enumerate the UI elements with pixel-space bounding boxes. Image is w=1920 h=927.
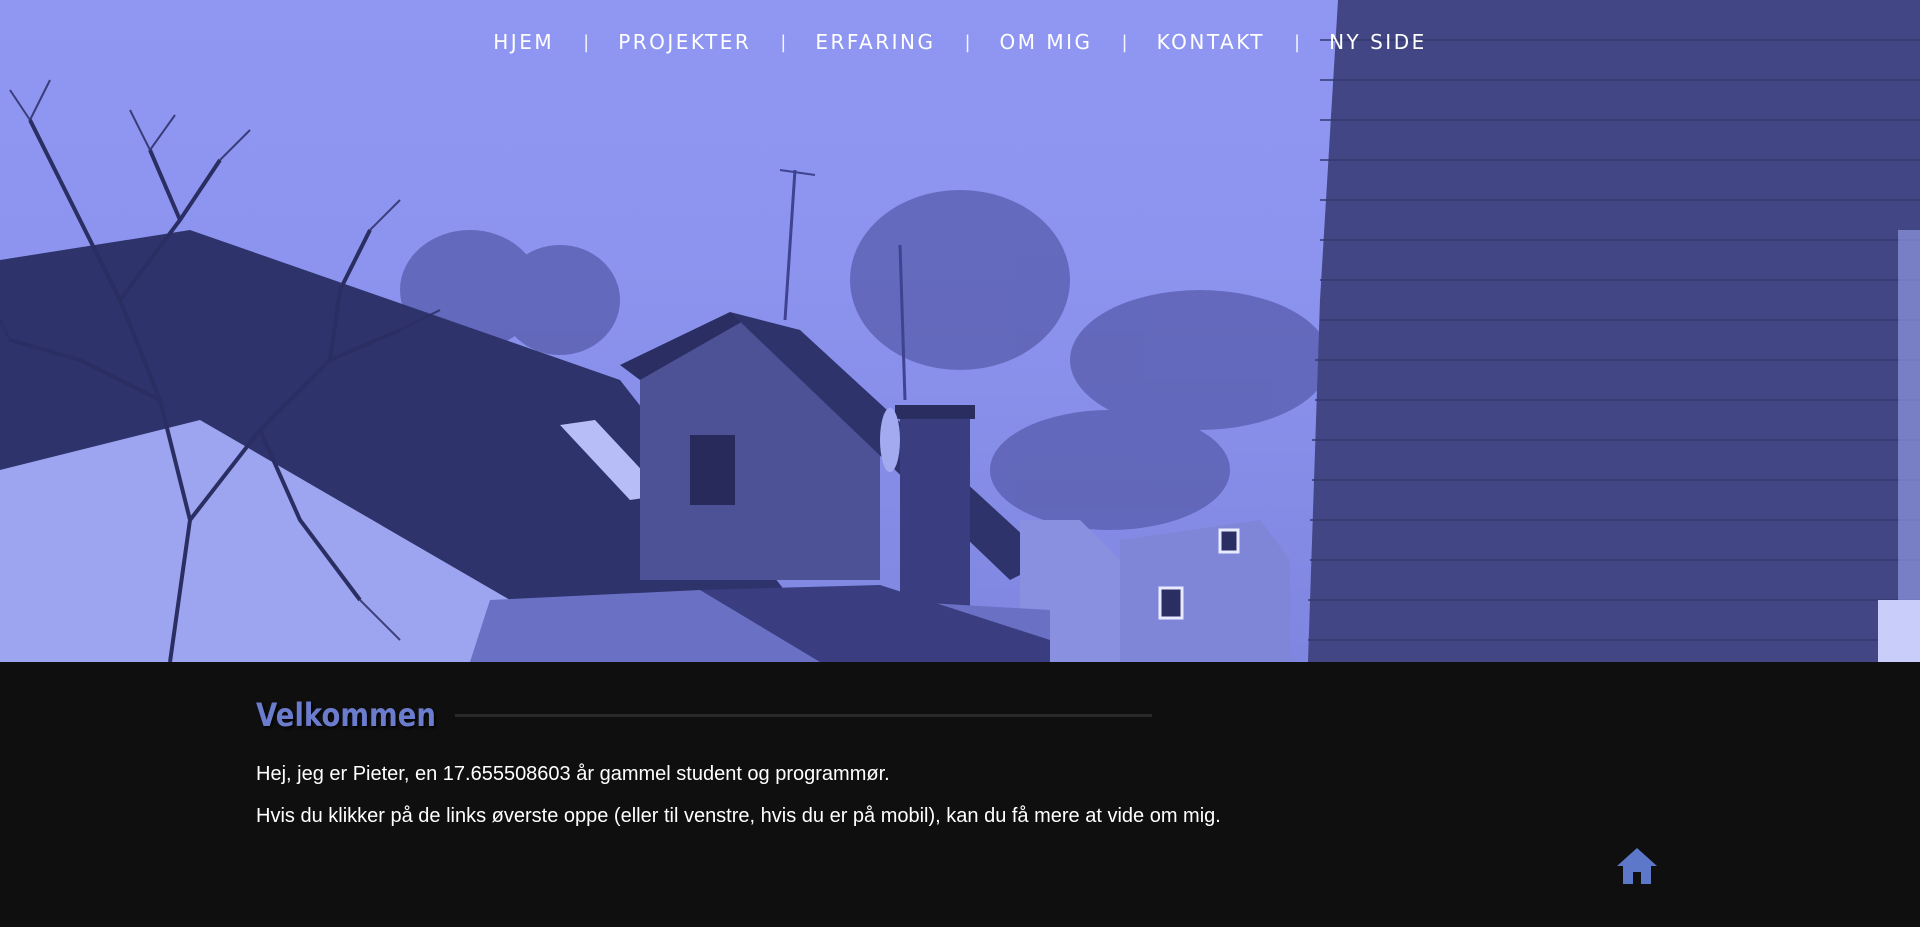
intro-paragraph: Hej, jeg er Pieter, en 17.655508603 år g… — [256, 763, 890, 785]
nav-separator: | — [583, 31, 590, 53]
nav-link-kontakt[interactable]: KONTAKT — [1157, 30, 1265, 54]
hero-background-image — [0, 0, 1920, 662]
nav-link-erfaring[interactable]: ERFARING — [815, 30, 935, 54]
hero-banner: HJEM | PROJEKTER | ERFARING | OM MIG | K… — [0, 0, 1920, 662]
nav-separator: | — [964, 31, 971, 53]
nav-separator: | — [780, 31, 787, 53]
main-nav: HJEM | PROJEKTER | ERFARING | OM MIG | K… — [0, 30, 1920, 54]
heading-divider — [455, 713, 1152, 717]
nav-separator: | — [1121, 31, 1128, 53]
nav-link-hjem[interactable]: HJEM — [493, 30, 554, 54]
welcome-heading-row: Velkommen — [256, 696, 1152, 734]
welcome-section: Velkommen Hej, jeg er Pieter, en 17.6555… — [0, 662, 1920, 927]
instructions-paragraph: Hvis du klikker på de links øverste oppe… — [256, 805, 1221, 827]
home-icon — [1617, 848, 1657, 884]
nav-link-projekter[interactable]: PROJEKTER — [618, 30, 751, 54]
nav-link-ny-side[interactable]: NY SIDE — [1329, 30, 1427, 54]
nav-separator: | — [1293, 31, 1301, 53]
nav-link-om-mig[interactable]: OM MIG — [1000, 30, 1093, 54]
home-button[interactable] — [1616, 847, 1658, 885]
page-title: Velkommen — [256, 696, 436, 734]
